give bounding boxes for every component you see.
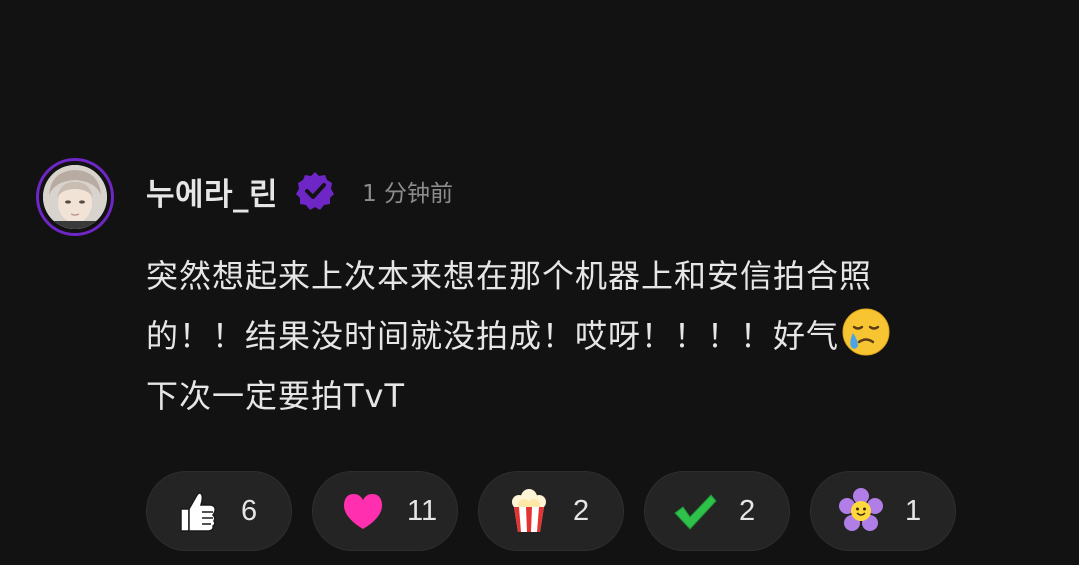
thumbs-up-icon [180,492,216,532]
flower-icon [839,488,883,531]
timestamp: 1 分钟前 [362,181,454,207]
reaction-thumbs-up[interactable]: 6 [146,471,292,551]
reaction-count: 2 [739,494,756,527]
comment-body: 突然想起来上次本来想在那个机器上和安信拍合照 的！！结果没时间就没拍成！哎呀！！… [146,246,1036,426]
holding-back-tears-emoji [842,308,890,356]
avatar-image [43,165,107,229]
reaction-check[interactable]: 2 [644,471,790,551]
comment-header: 누에라_린 1 分钟前 [146,169,454,214]
reaction-popcorn[interactable]: 2 [478,471,624,551]
comment-line: 的！！结果没时间就没拍成！哎呀！！！！好气 [146,317,840,355]
reaction-count: 2 [573,494,590,527]
reaction-flower[interactable]: 1 [810,471,956,551]
heart-icon [343,494,383,529]
reaction-bar: 6 11 2 2 1 [146,471,956,551]
username[interactable]: 누에라_린 [146,169,278,214]
check-mark-icon [674,494,717,530]
verified-check-icon [296,172,335,210]
comment-line: 突然想起来上次本来想在那个机器上和安信拍合照 [146,257,873,295]
avatar[interactable] [36,158,114,236]
popcorn-icon [512,489,546,532]
reaction-count: 11 [407,494,438,527]
reaction-count: 6 [241,494,258,527]
comment-line: 下次一定要拍TvT [146,377,406,415]
reaction-count: 1 [905,494,922,527]
reaction-heart[interactable]: 11 [312,471,458,551]
comment-line-with-emoji: 的！！结果没时间就没拍成！哎呀！！！！好气 [146,306,1036,366]
